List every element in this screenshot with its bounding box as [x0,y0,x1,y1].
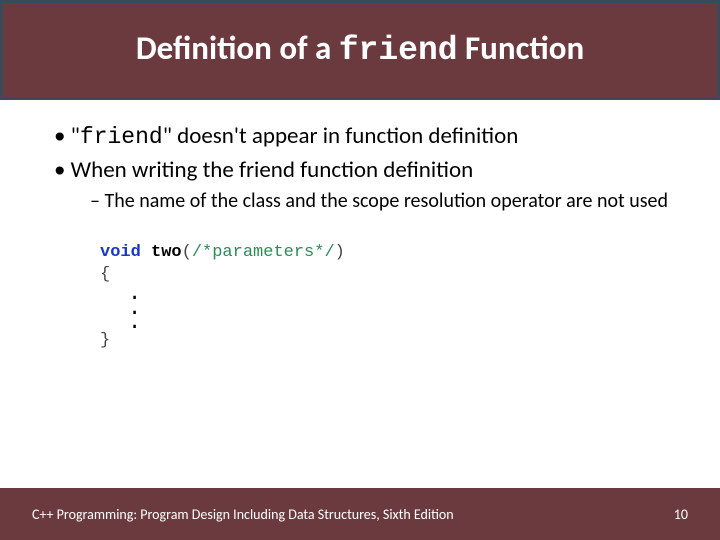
code-line-1: void two(/*parameters*/) [100,242,690,265]
body-area: "friend" doesn't appear in function defi… [0,100,720,353]
keyword-void: void [100,243,141,262]
bullet-1-post: " doesn't appear in function definition [163,122,519,150]
bullet-1-pre: " [71,122,80,150]
code-example: void two(/*parameters*/) { . . . } [100,242,690,354]
ellipsis-dot-1: . [128,287,690,301]
footer-band: C++ Programming: Program Design Includin… [0,488,720,540]
bullet-2: When writing the friend function definit… [54,156,690,185]
bullet-1-code: friend [80,124,163,150]
title-text-pre: Definition of a [136,28,339,68]
bullet-2-sub: The name of the class and the scope reso… [90,189,690,214]
ellipsis-dot-2: . [128,302,690,316]
brace-open: { [100,264,690,287]
params-comment: /*parameters*/ [192,243,335,262]
slide: Definition of a friend Function "friend"… [0,0,720,540]
title-band: Definition of a friend Function [0,0,720,100]
page-number: 10 [674,506,688,523]
bullet-2-sub-text: The name of the class and the scope reso… [104,189,668,213]
paren-open: ( [182,243,192,262]
title-code: friend [339,32,458,69]
bullet-1: "friend" doesn't appear in function defi… [54,122,690,152]
title-text-post: Function [458,28,585,68]
bullet-2-text: When writing the friend function definit… [71,156,474,184]
brace-close: } [100,330,690,353]
footer-left: C++ Programming: Program Design Includin… [32,506,454,523]
function-name: two [141,243,182,262]
slide-title: Definition of a friend Function [136,30,584,69]
ellipsis-dot-3: . [128,316,690,330]
paren-close: ) [335,243,345,262]
